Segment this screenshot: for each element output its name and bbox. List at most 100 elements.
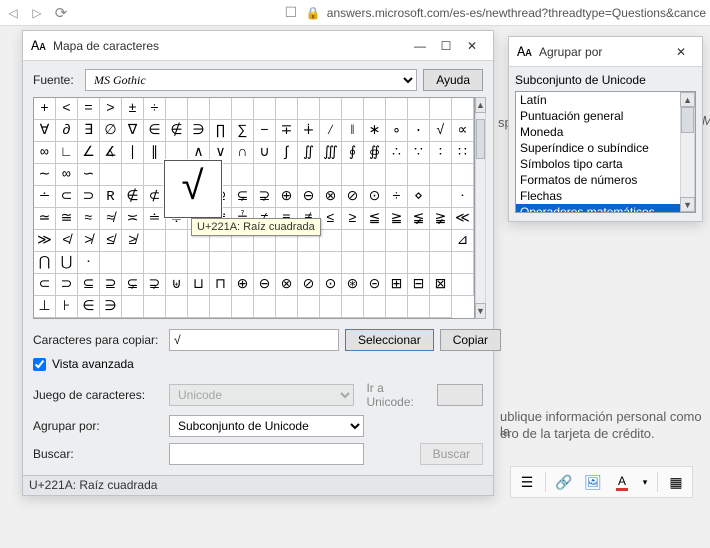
char-cell[interactable]: ⊙: [364, 186, 386, 208]
char-cell[interactable]: R: [100, 186, 122, 208]
char-cell[interactable]: ⊓: [210, 274, 232, 296]
char-cell[interactable]: [144, 252, 166, 274]
char-cell[interactable]: [408, 230, 430, 252]
char-cell[interactable]: ⊥: [34, 296, 56, 318]
char-cell[interactable]: [386, 252, 408, 274]
char-cell[interactable]: [364, 98, 386, 120]
char-cell[interactable]: ⊞: [386, 274, 408, 296]
bookmark-icon[interactable]: ☐: [282, 4, 300, 22]
list-item[interactable]: Formatos de números: [516, 172, 680, 188]
char-cell[interactable]: ≥: [342, 208, 364, 230]
search-input[interactable]: [169, 443, 364, 465]
char-cell[interactable]: [430, 252, 452, 274]
char-cell[interactable]: ∪: [254, 142, 276, 164]
char-cell[interactable]: [144, 230, 166, 252]
char-cell[interactable]: ∽: [78, 164, 100, 186]
char-cell[interactable]: [254, 164, 276, 186]
char-cell[interactable]: [254, 296, 276, 318]
char-cell[interactable]: ∣: [122, 142, 144, 164]
char-cell[interactable]: ∔: [298, 120, 320, 142]
char-cell[interactable]: ≯: [78, 230, 100, 252]
char-cell[interactable]: ≫: [34, 230, 56, 252]
browser-forward-button[interactable]: ▷: [28, 4, 46, 22]
link-icon[interactable]: 🔗: [551, 470, 577, 494]
maximize-button[interactable]: ☐: [433, 36, 459, 56]
char-cell[interactable]: ≉: [100, 208, 122, 230]
char-cell[interactable]: ⊎: [166, 274, 188, 296]
list-item[interactable]: Latín: [516, 92, 680, 108]
char-cell[interactable]: [342, 230, 364, 252]
char-cell[interactable]: [232, 98, 254, 120]
char-cell[interactable]: ≅: [56, 208, 78, 230]
char-cell[interactable]: [342, 296, 364, 318]
char-cell[interactable]: ⊕: [276, 186, 298, 208]
char-cell[interactable]: [342, 252, 364, 274]
char-cell[interactable]: ∂: [56, 120, 78, 142]
char-cell[interactable]: ∶: [430, 142, 452, 164]
browser-reload-button[interactable]: ⟳: [52, 4, 70, 22]
char-cell[interactable]: [342, 98, 364, 120]
char-cell[interactable]: ⊂: [56, 186, 78, 208]
char-cell[interactable]: [188, 296, 210, 318]
char-cell[interactable]: ⊝: [364, 274, 386, 296]
char-cell[interactable]: [276, 164, 298, 186]
char-cell[interactable]: [122, 252, 144, 274]
char-cell[interactable]: ⋃: [56, 252, 78, 274]
char-cell[interactable]: ∕: [320, 120, 342, 142]
close-button[interactable]: ✕: [668, 42, 694, 62]
char-cell[interactable]: ⊂: [34, 274, 56, 296]
char-cell[interactable]: [298, 164, 320, 186]
char-cell[interactable]: [320, 230, 342, 252]
char-cell[interactable]: ⊊: [122, 274, 144, 296]
char-cell[interactable]: [298, 252, 320, 274]
char-cell[interactable]: [320, 252, 342, 274]
list-item[interactable]: Flechas: [516, 188, 680, 204]
char-cell[interactable]: [364, 296, 386, 318]
char-cell[interactable]: ⊿: [452, 230, 474, 252]
char-cell[interactable]: [320, 296, 342, 318]
scroll-track[interactable]: [475, 113, 486, 303]
char-cell[interactable]: ∋: [100, 296, 122, 318]
char-cell[interactable]: ∴: [386, 142, 408, 164]
char-cell[interactable]: [430, 164, 452, 186]
char-cell[interactable]: ⊖: [254, 274, 276, 296]
char-cell[interactable]: ≍: [122, 208, 144, 230]
char-cell[interactable]: [122, 164, 144, 186]
char-cell[interactable]: [452, 164, 474, 186]
char-cell[interactable]: [364, 252, 386, 274]
char-cell[interactable]: [100, 164, 122, 186]
char-cell[interactable]: [144, 164, 166, 186]
char-cell[interactable]: ∑: [232, 120, 254, 142]
char-cell[interactable]: ∡: [100, 142, 122, 164]
char-cell[interactable]: ⊋: [254, 186, 276, 208]
char-cell[interactable]: ∃: [78, 120, 100, 142]
char-cell[interactable]: ∘: [386, 120, 408, 142]
char-cell[interactable]: ⋅: [78, 252, 100, 274]
char-cell[interactable]: ⋂: [34, 252, 56, 274]
char-cell[interactable]: ≱: [122, 230, 144, 252]
char-cell[interactable]: ≤: [320, 208, 342, 230]
char-cell[interactable]: <: [56, 98, 78, 120]
char-cell[interactable]: ∞: [34, 142, 56, 164]
char-cell[interactable]: [232, 296, 254, 318]
char-cell[interactable]: [254, 252, 276, 274]
char-cell[interactable]: ⊔: [188, 274, 210, 296]
char-cell[interactable]: ⊦: [56, 296, 78, 318]
char-cell[interactable]: ⊄: [144, 186, 166, 208]
char-cell[interactable]: ∭: [320, 142, 342, 164]
char-cell[interactable]: ∬: [298, 142, 320, 164]
char-cell[interactable]: ≐: [144, 208, 166, 230]
char-cell[interactable]: [386, 230, 408, 252]
char-cell[interactable]: [430, 186, 452, 208]
char-cell[interactable]: ∫: [276, 142, 298, 164]
char-cell[interactable]: ∉: [122, 186, 144, 208]
char-cell[interactable]: [210, 252, 232, 274]
char-cell[interactable]: ≮: [56, 230, 78, 252]
char-cell[interactable]: ⋅: [452, 186, 474, 208]
char-cell[interactable]: √: [430, 120, 452, 142]
char-cell[interactable]: [166, 98, 188, 120]
char-cell[interactable]: ⊋: [144, 274, 166, 296]
char-cell[interactable]: ∈: [144, 120, 166, 142]
list-item[interactable]: Moneda: [516, 124, 680, 140]
help-button[interactable]: Ayuda: [423, 69, 483, 91]
